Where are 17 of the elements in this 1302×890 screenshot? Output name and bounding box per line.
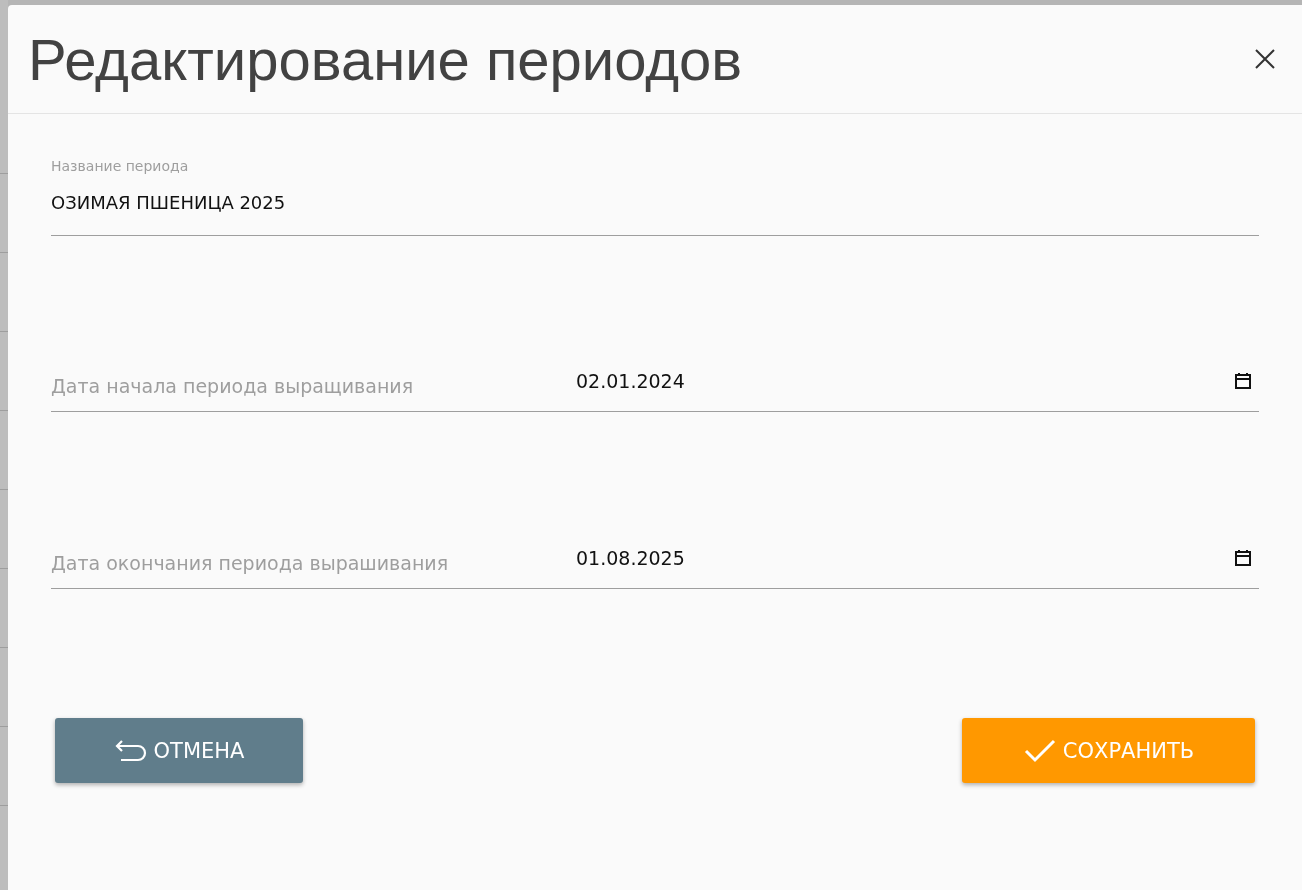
date-field[interactable]: Дата окончания периода вырашивания 01.08.2025 bbox=[51, 528, 1259, 589]
field-label: Дата окончания периода вырашивания bbox=[51, 551, 450, 574]
field-label: Дата начала периода выращивания bbox=[51, 374, 415, 397]
cancel-button[interactable]: ОТМЕНА bbox=[55, 718, 303, 783]
dialog-title: Редактирование периодов bbox=[28, 25, 743, 93]
date-value: 02.01.2024 bbox=[576, 370, 686, 392]
input-field[interactable]: Название периода ОЗИМАЯ ПШЕНИЦА 2025 bbox=[51, 158, 1259, 236]
field-value: ОЗИМАЯ ПШЕНИЦА 2025 bbox=[51, 192, 287, 213]
field-label: Название периода bbox=[51, 158, 190, 174]
calendar-icon[interactable] bbox=[1233, 548, 1253, 568]
date-field[interactable]: Дата начала периода выращивания 02.01.2024 bbox=[51, 351, 1259, 412]
check-icon bbox=[1022, 737, 1057, 764]
undo-arrow-icon bbox=[113, 737, 148, 764]
calendar-icon[interactable] bbox=[1233, 371, 1253, 391]
date-value: 01.08.2025 bbox=[576, 547, 686, 569]
close-icon bbox=[1254, 48, 1276, 70]
close-button[interactable] bbox=[1254, 48, 1276, 70]
